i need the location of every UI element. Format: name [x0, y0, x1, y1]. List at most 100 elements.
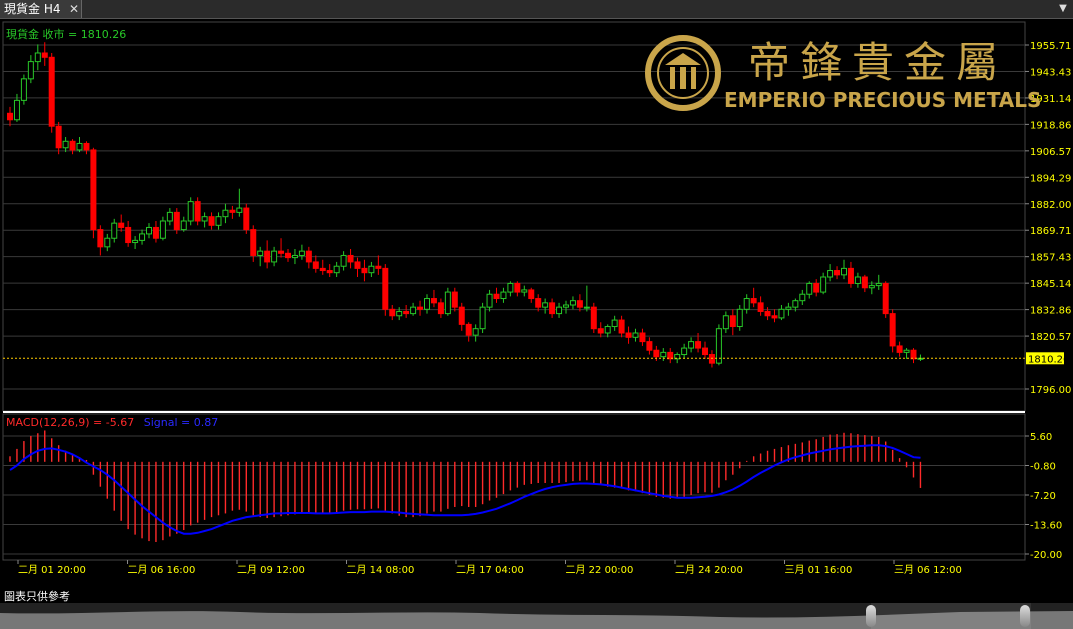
candle-down: [173, 211, 180, 231]
candle-up: [486, 293, 493, 308]
candle-down: [48, 56, 55, 127]
brand-logo: 帝鋒貴金屬 EMPERIO PRECIOUS METALS: [645, 35, 1041, 112]
candle-up: [479, 306, 486, 330]
brand-emblem-left-pillar: [670, 67, 675, 89]
macd-tick-label: -13.60: [1030, 521, 1062, 532]
time-tick-label: 二月 01 20:00: [18, 564, 86, 576]
candle-down: [417, 306, 424, 310]
candle-up: [569, 300, 576, 306]
candle-up: [521, 289, 528, 293]
time-tick-label: 二月 14 08:00: [347, 564, 415, 576]
candle-up: [583, 306, 590, 309]
candle-up: [410, 306, 417, 315]
candle-down: [326, 270, 333, 274]
chart-navigator[interactable]: [0, 603, 1073, 629]
candle-down: [458, 306, 465, 325]
candle-down: [646, 341, 653, 351]
price-tick-label: 1943.43: [1030, 67, 1071, 78]
candle-down: [354, 261, 361, 269]
candle-up: [875, 282, 882, 287]
candle-down: [97, 229, 104, 248]
candle-up: [340, 254, 347, 267]
navigator-left-handle[interactable]: [866, 605, 876, 627]
candle-up: [201, 216, 208, 222]
candle-up: [444, 291, 451, 315]
candle-up: [841, 267, 847, 276]
candle-up: [222, 209, 229, 218]
navigator-right-handle[interactable]: [1020, 605, 1030, 627]
chart-area[interactable]: 1955.711943.431931.141918.861906.571894.…: [0, 19, 1073, 585]
candle-down: [695, 341, 702, 349]
price-tick-label: 1918.86: [1030, 120, 1071, 131]
chart-tab-bar: 現貨金 H4 ✕ ▼: [0, 0, 1073, 19]
candle-up: [13, 99, 20, 121]
candle-up: [159, 220, 166, 239]
candle-down: [764, 310, 771, 317]
candle-down: [847, 267, 854, 284]
price-tick-label: 1857.43: [1030, 253, 1071, 264]
candle-down: [528, 289, 535, 300]
candle-down: [125, 226, 132, 244]
candle-up: [236, 207, 243, 213]
candle-down: [708, 354, 715, 364]
candle-down: [152, 226, 159, 239]
candle-down: [243, 207, 250, 231]
candle-down: [702, 347, 708, 356]
macd-tick-label: -20.00: [1030, 550, 1062, 561]
candle-down: [90, 149, 97, 231]
navigator-overview: [0, 603, 1073, 629]
candle-down: [389, 308, 396, 317]
candle-up: [291, 254, 298, 259]
brand-emblem-roof: [665, 53, 701, 65]
dropdown-menu-icon[interactable]: ▼: [1055, 0, 1071, 18]
candle-up: [556, 306, 563, 315]
candle-up: [500, 291, 507, 300]
brand-emblem-center-pillar: [680, 67, 686, 89]
candle-up: [681, 347, 688, 356]
candle-down: [305, 250, 312, 263]
candle-down: [896, 345, 903, 353]
time-tick-label: 二月 24 20:00: [675, 564, 743, 576]
chart-tab-title: 現貨金 H4: [4, 2, 61, 16]
candle-down: [625, 332, 632, 338]
candle-up: [62, 140, 69, 149]
candle-up: [792, 300, 799, 308]
candle-up: [563, 304, 569, 308]
candle-up: [736, 308, 743, 328]
candle-up: [187, 201, 194, 222]
candle-down: [549, 302, 556, 315]
candle-down: [813, 282, 820, 293]
macd-value-label: MACD(12,26,9) = -5.67: [6, 416, 134, 429]
candle-up: [104, 237, 111, 248]
price-panel-label: 現貨金 收市 = 1810.26: [6, 27, 126, 41]
close-icon[interactable]: ✕: [67, 0, 81, 18]
time-axis: 二月 01 20:00 二月 06 16:00 二月 09 12:00 二月 14 0…: [17, 560, 962, 576]
brand-emblem-right-pillar: [691, 67, 696, 89]
price-tick-label: 1845.14: [1030, 279, 1071, 290]
candle-down: [403, 310, 410, 315]
candle-up: [257, 250, 264, 256]
candle-down: [437, 302, 444, 315]
candle-up: [688, 341, 695, 349]
candle-down: [229, 209, 236, 213]
candle-down: [319, 267, 326, 272]
candle-down: [576, 300, 583, 308]
candle-up: [632, 332, 639, 338]
macd-axis: 5.60 -0.80 -7.20 -13.60 -20.00: [1025, 432, 1062, 561]
candle-up: [507, 282, 514, 293]
last-price-label: 1810.26: [1028, 354, 1069, 365]
candle-up: [868, 285, 875, 289]
brand-name-chinese: 帝鋒貴金屬: [748, 38, 1008, 87]
candle-up: [827, 270, 834, 278]
candle-down: [41, 52, 48, 58]
candle-down: [194, 201, 201, 222]
candle-up: [368, 265, 375, 274]
candle-up: [799, 293, 806, 302]
candle-down: [118, 222, 125, 228]
candle-up: [722, 315, 729, 330]
candle-down: [69, 140, 76, 151]
time-tick-label: 三月 06 12:00: [894, 564, 962, 576]
candle-up: [76, 142, 83, 151]
price-tick-label: 1820.57: [1030, 332, 1071, 343]
macd-panel-label: MACD(12,26,9) = -5.67 Signal = 0.87: [6, 416, 218, 429]
